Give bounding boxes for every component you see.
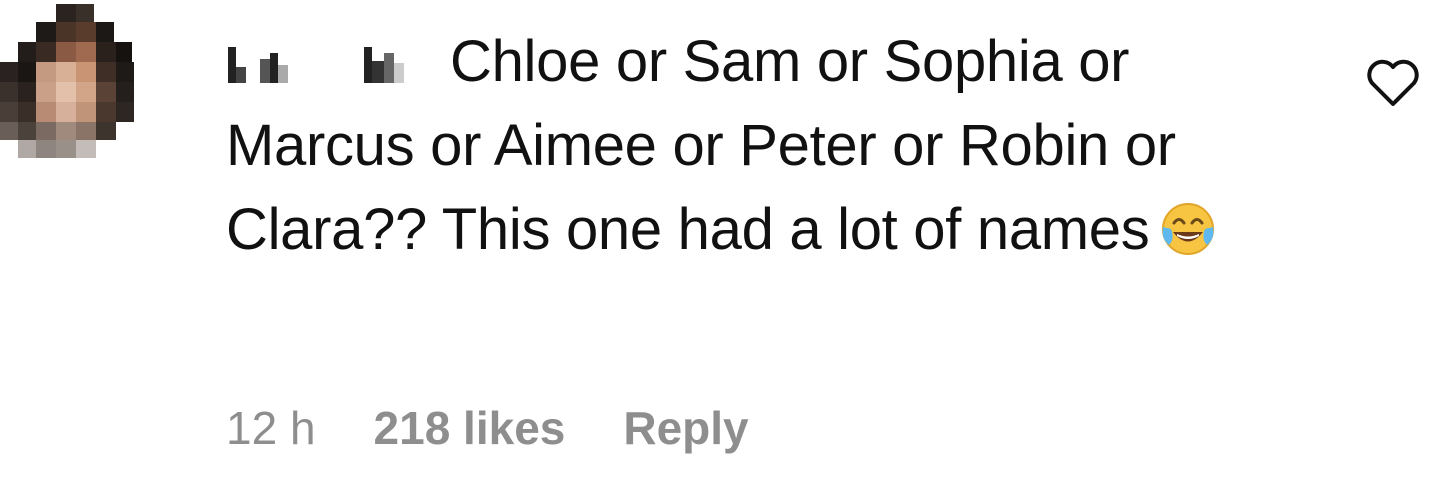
like-button[interactable] <box>1364 58 1422 110</box>
avatar[interactable] <box>0 4 134 158</box>
comment-meta: 12 h 218 likes Reply <box>226 396 749 460</box>
avatar-image <box>0 4 134 158</box>
face-with-tears-of-joy-icon <box>1159 198 1217 282</box>
likes-count[interactable]: 218 likes <box>374 396 566 460</box>
comment-item: Chloe or Sam or Sophia or Marcus or Aime… <box>0 0 1440 497</box>
comment-body: Chloe or Sam or Sophia or Marcus or Aime… <box>226 20 1316 282</box>
heart-outline-icon <box>1367 59 1419 106</box>
reply-button[interactable]: Reply <box>623 396 748 460</box>
username-redacted[interactable] <box>226 20 436 104</box>
pixelated-username-icon <box>228 47 404 83</box>
comment-timestamp: 12 h <box>226 402 316 454</box>
